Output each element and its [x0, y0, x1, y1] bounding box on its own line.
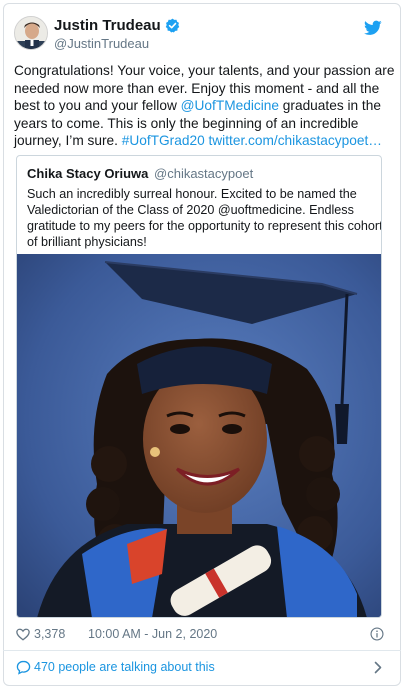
tweet-text-segment: graduates in the — [278, 98, 381, 114]
tweet-text-segment: best to you and your fellow — [14, 98, 181, 114]
quoted-author-name[interactable]: Chika Stacy Oriuwa — [27, 166, 148, 181]
tweet-header: Justin Trudeau @JustinTrudeau — [14, 14, 384, 54]
hashtag-and-url-link[interactable]: #UofTGrad20 twitter.com/chikastacypoet… — [122, 133, 382, 148]
quoted-text: Such an incredibly surreal honour. Excit… — [27, 186, 382, 250]
quoted-header: Chika Stacy Oriuwa @chikastacypoet — [27, 166, 253, 181]
tweet-text-line: years to come. This is only the beginnin… — [14, 115, 359, 131]
footer-divider — [3, 650, 401, 651]
author-name[interactable]: Justin Trudeau — [54, 17, 161, 34]
like-count[interactable]: 3,378 — [34, 627, 65, 641]
author-avatar[interactable] — [14, 16, 48, 50]
author-avatar-image — [15, 17, 47, 49]
tweet-text-line: needed now more than ever. Enjoy this mo… — [14, 80, 380, 96]
quoted-author-handle[interactable]: @chikastacypoet — [154, 166, 253, 181]
conversation-count-label[interactable]: 470 people are talking about this — [34, 660, 215, 674]
graduate-portrait-image — [17, 254, 381, 617]
tweet-text-line: best to you and your fellow @UofTMedicin… — [14, 97, 384, 115]
twitter-bird-icon[interactable] — [364, 20, 382, 36]
quoted-text-line: of brilliant physicians! — [27, 235, 147, 249]
tweet-text-segment: journey, I’m sure. — [14, 133, 122, 149]
quoted-text-line: gratitude to my peers for the opportunit… — [27, 219, 382, 233]
heart-icon[interactable] — [16, 628, 30, 641]
tweet-timestamp[interactable]: 10:00 AM - Jun 2, 2020 — [88, 627, 217, 641]
tweet-text-line: journey, I’m sure. #UofTGrad20 twitter.c… — [14, 132, 384, 150]
quoted-photo[interactable] — [17, 254, 381, 617]
tweet-text: Congratulations! Your voice, your talent… — [14, 62, 395, 150]
chevron-right-icon — [374, 661, 382, 674]
quoted-tweet[interactable]: Chika Stacy Oriuwa @chikastacypoet Such … — [16, 155, 382, 618]
mention-link[interactable]: @UofTMedicine — [181, 98, 279, 113]
speech-bubble-icon — [16, 660, 31, 675]
conversation-link[interactable]: 470 people are talking about this — [16, 659, 386, 677]
author-handle[interactable]: @JustinTrudeau — [54, 36, 149, 51]
tweet-text-line: Congratulations! Your voice, your talent… — [14, 63, 395, 78]
quoted-text-line: Such an incredibly surreal honour. Excit… — [27, 187, 357, 201]
quoted-text-line: Valedictorian of the Class of 2020 @uoft… — [27, 203, 354, 217]
verified-badge-icon — [165, 18, 179, 33]
info-icon[interactable] — [370, 627, 384, 641]
tweet-footer: 3,378 10:00 AM - Jun 2, 2020 — [16, 626, 386, 644]
